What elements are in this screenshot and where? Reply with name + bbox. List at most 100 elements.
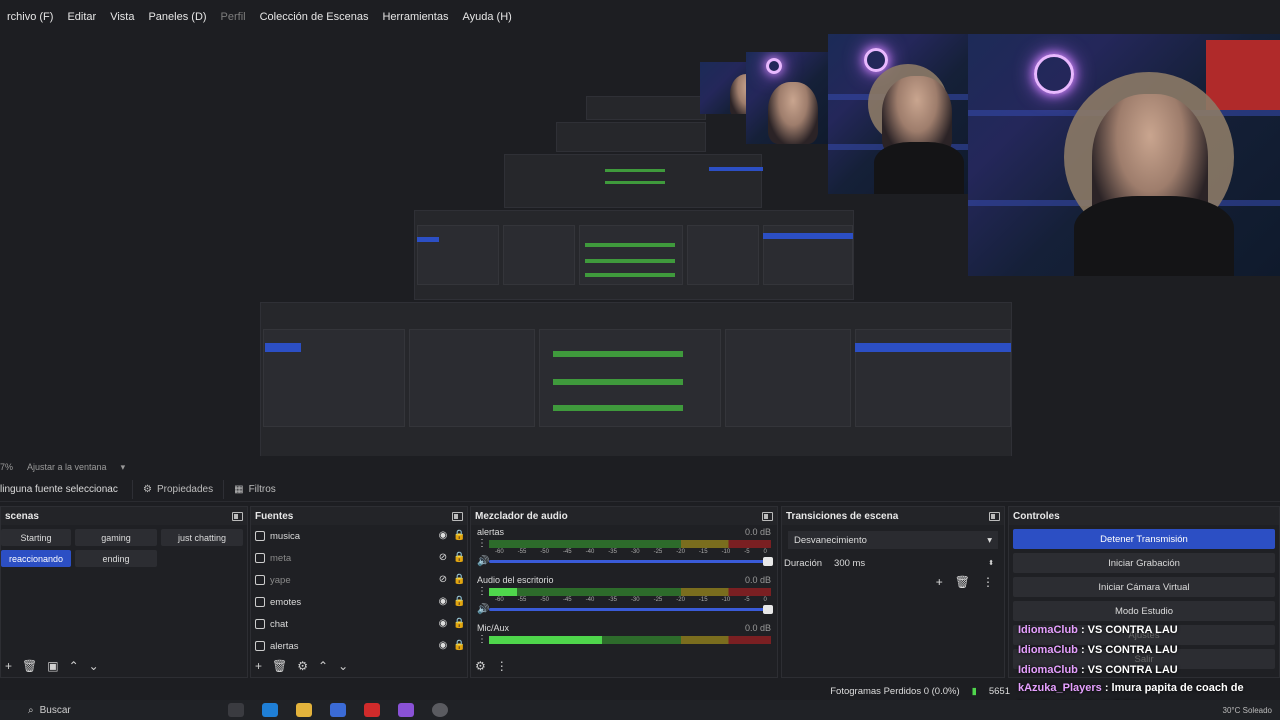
speaker-icon[interactable]: 🔊	[477, 556, 489, 567]
store-icon[interactable]	[330, 703, 346, 717]
folder-icon[interactable]	[296, 703, 312, 717]
zoom-level[interactable]: 7%	[0, 462, 13, 472]
gear-icon[interactable]: ⚙	[297, 659, 308, 673]
lock-icon[interactable]: 🔒	[453, 531, 465, 541]
tick: -40	[585, 597, 595, 603]
undock-icon[interactable]	[452, 511, 463, 521]
slider-knob[interactable]	[763, 557, 773, 566]
menu-tools[interactable]: Herramientas	[375, 11, 455, 23]
lock-icon[interactable]: 🔒	[453, 641, 465, 651]
properties-button[interactable]: ⚙ Propiedades	[132, 480, 223, 499]
lock-icon[interactable]: 🔒	[453, 619, 465, 629]
undock-icon[interactable]	[762, 511, 773, 521]
opera-icon[interactable]	[364, 703, 380, 717]
chevron-down-icon[interactable]: ⌄	[89, 659, 99, 673]
task-view-icon[interactable]	[228, 703, 244, 717]
slider-knob[interactable]	[763, 605, 773, 614]
tick: -35	[608, 549, 617, 555]
chevron-up-icon[interactable]: ⌃	[69, 659, 79, 673]
scene-ending[interactable]: ending	[75, 550, 157, 567]
stop-streaming-button[interactable]: Detener Transmisión	[1013, 529, 1275, 549]
eye-hidden-icon[interactable]: ⊘	[438, 575, 448, 585]
lock-icon[interactable]: 🔒	[453, 553, 465, 563]
scene-just-chatting[interactable]: just chatting	[161, 529, 243, 546]
scene-gaming[interactable]: gaming	[75, 529, 157, 546]
nested-capture-small	[504, 154, 763, 208]
kebab-menu-icon[interactable]: ⋮	[496, 659, 508, 673]
menu-docks[interactable]: Paneles (D)	[141, 11, 213, 23]
channel-db: 0.0 dB	[744, 527, 771, 537]
transition-select[interactable]: Desvanecimiento ▾	[788, 531, 998, 549]
chevron-down-icon[interactable]: ⌄	[338, 659, 348, 673]
eye-hidden-icon[interactable]: ⊘	[438, 553, 448, 563]
start-recording-button[interactable]: Iniciar Grabación	[1013, 553, 1275, 573]
app-icon[interactable]	[398, 703, 414, 717]
tick: -45	[562, 597, 572, 603]
volume-slider[interactable]	[489, 557, 773, 566]
source-chat[interactable]: chat ◉ 🔒	[251, 613, 467, 635]
eye-icon[interactable]: ◉	[438, 641, 448, 651]
preview-canvas[interactable]	[0, 34, 1280, 456]
chevron-up-icon[interactable]: ⌃	[318, 659, 328, 673]
lock-icon[interactable]: 🔒	[453, 575, 465, 585]
kebab-menu-icon[interactable]: ⋮	[477, 538, 487, 549]
trash-icon[interactable]: 🗑	[22, 659, 37, 673]
volume-meter	[489, 587, 771, 596]
kebab-menu-icon[interactable]: ⋮	[982, 575, 994, 589]
spinner-icon[interactable]: ⬍	[988, 559, 994, 567]
menu-bar: rchivo (F) Editar Vista Paneles (D) Perf…	[0, 0, 970, 34]
trash-icon[interactable]: 🗑	[272, 659, 287, 673]
edge-icon[interactable]	[262, 703, 278, 717]
search-icon: ⌕	[28, 704, 34, 716]
kebab-menu-icon[interactable]: ⋮	[477, 586, 487, 597]
channel-db: 0.0 dB	[744, 575, 771, 585]
gear-icon[interactable]: ⚙	[475, 659, 486, 673]
tick: -20	[676, 549, 685, 555]
search-label: Buscar	[39, 704, 71, 716]
start-virtual-camera-button[interactable]: Iniciar Cámara Virtual	[1013, 577, 1275, 597]
add-icon[interactable]: +	[5, 659, 12, 673]
source-emotes[interactable]: emotes ◉ 🔒	[251, 591, 467, 613]
add-icon[interactable]: +	[255, 659, 262, 673]
chevron-down-icon[interactable]: ▾	[121, 462, 126, 473]
source-alertas[interactable]: alertas ◉ 🔒	[251, 635, 467, 657]
transitions-title: Transiciones de escena	[786, 510, 899, 522]
source-yape[interactable]: yape ⊘ 🔒	[251, 569, 467, 591]
source-name: alertas	[270, 640, 299, 652]
duration-input[interactable]: 300 ms ⬍	[830, 555, 998, 571]
menu-file[interactable]: rchivo (F)	[0, 11, 60, 23]
menu-scene-collection[interactable]: Colección de Escenas	[253, 11, 376, 23]
add-icon[interactable]: +	[936, 575, 943, 589]
volume-meter	[489, 635, 771, 644]
fit-to-window[interactable]: Ajustar a la ventana	[27, 462, 107, 472]
source-meta[interactable]: meta ⊘ 🔒	[251, 547, 467, 569]
obs-icon[interactable]	[432, 703, 448, 717]
filter-icon[interactable]: ▣	[47, 659, 58, 673]
speaker-icon[interactable]: 🔊	[477, 604, 489, 615]
tick: -60	[495, 597, 504, 603]
eye-icon[interactable]: ◉	[438, 619, 448, 629]
lock-icon[interactable]: 🔒	[453, 597, 465, 607]
source-musica[interactable]: musica ◉ 🔒	[251, 525, 467, 547]
undock-icon[interactable]	[232, 511, 243, 521]
audio-mixer-dock: Mezclador de audio alertas 0.0 dB ⋮ -60 -5…	[470, 506, 778, 678]
tick: -5	[744, 549, 750, 555]
source-name: meta	[270, 552, 292, 564]
menu-help[interactable]: Ayuda (H)	[455, 11, 518, 23]
duration-label: Duración	[784, 557, 823, 569]
volume-slider[interactable]	[489, 605, 773, 614]
scene-reaccionando[interactable]: reaccionando	[1, 550, 71, 567]
menu-edit[interactable]: Editar	[60, 11, 103, 23]
studio-mode-button[interactable]: Modo Estudio	[1013, 601, 1275, 621]
scene-starting[interactable]: Starting	[1, 529, 71, 546]
eye-icon[interactable]: ◉	[438, 531, 448, 541]
properties-label: Propiedades	[156, 484, 214, 495]
trash-icon[interactable]: 🗑	[955, 575, 970, 589]
kebab-menu-icon[interactable]: ⋮	[477, 634, 487, 645]
menu-profile[interactable]: Perfil	[214, 11, 253, 23]
menu-view[interactable]: Vista	[103, 11, 141, 23]
taskbar-search[interactable]: ⌕ Buscar	[28, 705, 218, 716]
eye-icon[interactable]: ◉	[438, 597, 448, 607]
undock-icon[interactable]	[989, 511, 1000, 521]
filters-button[interactable]: ▦ Filtros	[223, 480, 286, 499]
